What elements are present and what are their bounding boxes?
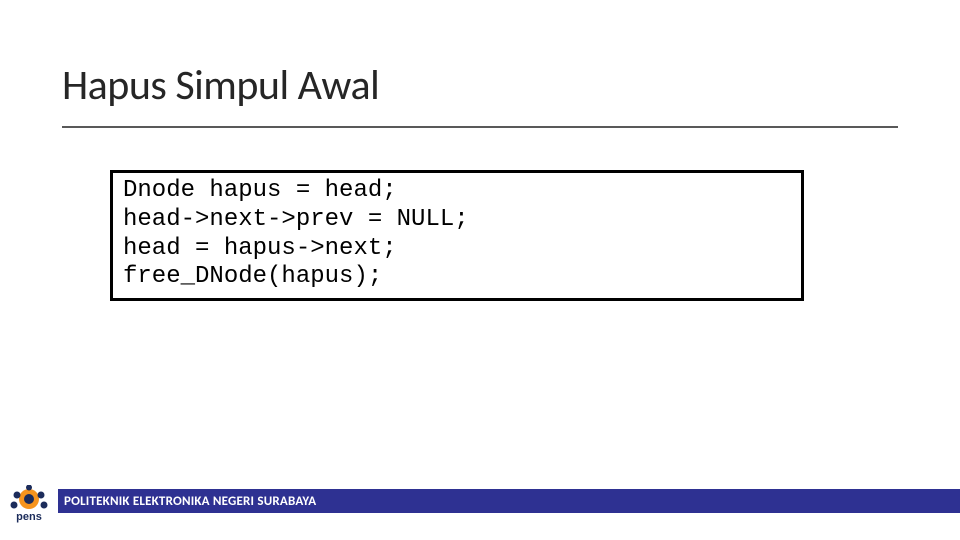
code-block: Dnode hapus = head; head->next->prev = N… xyxy=(110,170,804,301)
slide: Hapus Simpul Awal Dnode hapus = head; he… xyxy=(0,0,960,540)
footer-bar: POLITEKNIK ELEKTRONIKA NEGERI SURABAYA xyxy=(58,489,960,513)
title-underline xyxy=(62,126,898,128)
code-text: Dnode hapus = head; head->next->prev = N… xyxy=(123,177,791,292)
logo-icon: pens xyxy=(4,485,54,523)
footer-text: POLITEKNIK ELEKTRONIKA NEGERI SURABAYA xyxy=(64,494,316,509)
pens-logo: pens xyxy=(2,484,56,524)
slide-title: Hapus Simpul Awal xyxy=(62,60,379,111)
logo-text: pens xyxy=(16,511,42,523)
footer: pens POLITEKNIK ELEKTRONIKA NEGERI SURAB… xyxy=(0,486,960,516)
